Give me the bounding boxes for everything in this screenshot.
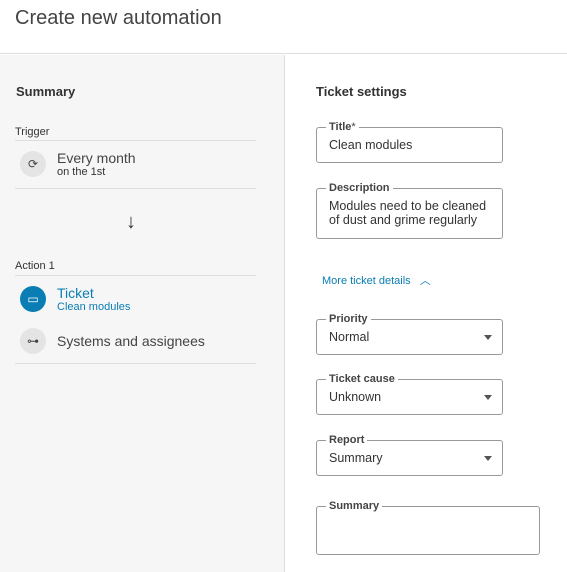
header: Create new automation [0, 0, 567, 54]
priority-select[interactable]: Priority Normal [316, 313, 503, 355]
divider [15, 140, 256, 141]
title-input[interactable]: Title* Clean modules [316, 121, 503, 163]
chevron-up-icon: ︿ [419, 275, 431, 287]
divider [15, 188, 256, 189]
trigger-item[interactable]: ⟳ Every month on the 1st [20, 150, 136, 178]
ticket-subtitle: Clean modules [57, 301, 131, 313]
more-ticket-details-toggle[interactable]: More ticket details ︿ [322, 272, 431, 288]
arrow-down-icon: ↓ [126, 211, 136, 233]
caret-down-icon [484, 395, 492, 404]
ticket-cause-select[interactable]: Ticket cause Unknown [316, 373, 503, 415]
trigger-label: Trigger [15, 126, 50, 138]
summary-panel: Summary Trigger ⟳ Every month on the 1st … [0, 55, 285, 572]
ticket-item[interactable]: ▭ Ticket Clean modules [20, 285, 130, 313]
trigger-subtitle: on the 1st [57, 166, 106, 178]
divider [15, 275, 256, 276]
systems-title: Systems and assignees [57, 333, 205, 349]
settings-title: Ticket settings [316, 84, 407, 99]
title-value: Clean modules [329, 138, 413, 152]
summary-textarea[interactable]: Summary [316, 500, 540, 555]
ticket-icon: ▭ [20, 286, 46, 312]
ticket-title: Ticket [57, 285, 94, 301]
caret-down-icon [484, 335, 492, 344]
report-select[interactable]: Report Summary [316, 434, 503, 476]
summary-title: Summary [16, 84, 76, 99]
systems-item[interactable]: ⊶ Systems and assignees [20, 328, 205, 354]
action-label: Action 1 [15, 260, 55, 272]
refresh-icon: ⟳ [20, 151, 46, 177]
description-value: Modules need to be cleaned of dust and g… [329, 199, 487, 227]
caret-down-icon [484, 456, 492, 465]
divider [15, 363, 256, 364]
hierarchy-icon: ⊶ [20, 328, 46, 354]
trigger-title: Every month [57, 150, 136, 166]
description-textarea[interactable]: Description Modules need to be cleaned of… [316, 182, 503, 239]
page-title: Create new automation [15, 7, 222, 29]
ticket-settings-panel: Ticket settings Title* Clean modules Desc… [286, 55, 567, 572]
